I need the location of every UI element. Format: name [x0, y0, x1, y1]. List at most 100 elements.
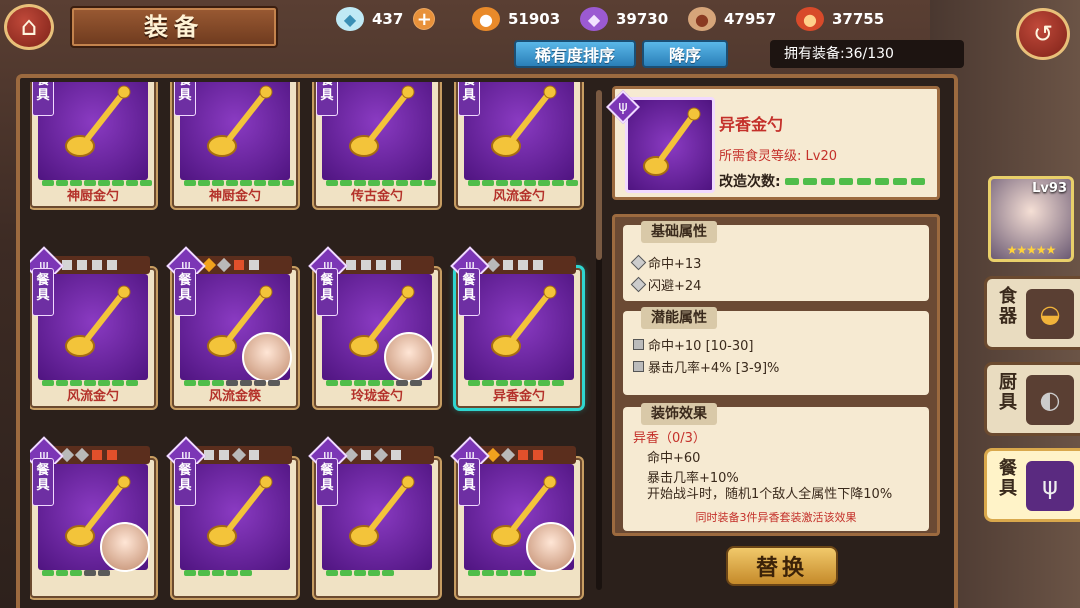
tab-label: 厨具	[999, 372, 1017, 413]
category-label: 餐具	[458, 458, 480, 506]
avatar	[526, 522, 576, 572]
item-name: 神厨金勺	[208, 189, 261, 204]
scrollbar-thumb[interactable]	[596, 90, 602, 260]
resource-value: 47957	[724, 10, 777, 28]
item-name: 传古金勺	[350, 189, 403, 204]
back-arrow-icon: ↺	[1032, 20, 1054, 48]
tab-cutlery[interactable]: 餐具 ψ	[984, 448, 1080, 522]
back-button[interactable]: ↺	[1016, 8, 1070, 60]
resource-stew: ● 37755	[796, 6, 884, 32]
spoon-icon	[65, 85, 131, 157]
hero-portrait[interactable]: Lv93 ★★★★★	[988, 176, 1074, 262]
level-bar	[468, 570, 536, 576]
category-label: 餐具	[316, 268, 338, 316]
item-art	[38, 82, 148, 180]
equipment-card[interactable]: 餐具风流金勺	[456, 82, 582, 208]
category-label: 餐具	[32, 268, 54, 316]
spoon-icon	[349, 85, 415, 157]
hero-level: Lv93	[1032, 181, 1067, 196]
category-label: 餐具	[458, 82, 480, 116]
bowl-icon: ◒	[1026, 289, 1074, 339]
deco-title: 装饰效果	[641, 403, 717, 425]
item-name: 风流金勺	[492, 189, 545, 204]
crystal-icon: ◆	[580, 7, 608, 31]
equipment-card[interactable]: ψ 餐具 异香金勺	[450, 246, 582, 408]
grid-scrollbar[interactable]	[596, 90, 602, 590]
item-art	[180, 464, 290, 570]
hero-stars: ★★★★★	[1006, 243, 1057, 257]
tab-tableware-bowl[interactable]: 食器 ◒	[984, 276, 1080, 350]
equipment-card[interactable]: ψ 餐具 风流金勺	[30, 246, 156, 408]
detail-name: 异香金勺	[719, 115, 784, 134]
resource-meat: ● 47957	[688, 6, 776, 32]
resource-value: 437	[372, 10, 404, 28]
page-title: 装备	[144, 13, 204, 41]
spoon-icon	[207, 475, 273, 547]
equipment-card[interactable]: 餐具神厨金勺	[30, 82, 156, 208]
req-value: Lv20	[805, 149, 837, 164]
level-bar	[42, 570, 110, 576]
resource-crystal: ◆ 39730	[580, 6, 668, 32]
pan-icon: ◐	[1026, 375, 1074, 425]
order-button[interactable]: 降序	[642, 40, 728, 68]
equipment-card[interactable]: ψ 餐具	[166, 436, 298, 598]
spoon-icon	[491, 285, 557, 357]
equipment-grid: 餐具神厨金勺餐具神厨金勺餐具传古金勺餐具风流金勺ψ餐具风流金勺ψ餐具风流金筷ψ餐…	[30, 82, 596, 608]
equipment-card[interactable]: ψ 餐具 玲珑金勺	[308, 246, 440, 408]
replace-button[interactable]: 替换	[726, 546, 838, 586]
avatar	[242, 332, 292, 382]
category-label: 餐具	[458, 268, 480, 316]
deco-row: 暴击几率+10%	[647, 471, 739, 486]
spoon-icon	[643, 107, 701, 176]
tab-label: 食器	[999, 286, 1017, 327]
equipment-card[interactable]: ψ 餐具 风流金筷	[166, 246, 298, 408]
fork-icon: ψ	[1026, 461, 1074, 511]
potential-row: 暴击几率+4% [3-9]%	[633, 357, 779, 376]
potential-row: 命中+10 [10-30]	[633, 335, 754, 354]
equipment-card[interactable]: 餐具神厨金勺	[172, 82, 298, 208]
item-art	[180, 82, 290, 180]
item-name: 风流金筷	[208, 389, 261, 404]
spoon-icon	[207, 85, 273, 157]
req-label: 所需食灵等级:	[719, 149, 806, 164]
meat-icon: ●	[688, 7, 716, 31]
decoration-effects: 装饰效果 异香（0/3） 命中+60 暴击几率+10% 开始战斗时，随机1个敌人…	[623, 403, 929, 531]
category-label: 餐具	[316, 458, 338, 506]
item-name: 异香金勺	[492, 389, 545, 404]
equipment-card[interactable]: ψ 餐具	[450, 436, 582, 598]
detail-modify: 改造次数:	[719, 171, 925, 191]
equipment-card[interactable]: ψ 餐具	[30, 436, 156, 598]
spoon-icon	[491, 85, 557, 157]
base-title: 基础属性	[641, 221, 717, 243]
level-bar	[326, 570, 394, 576]
title-plate: 装备	[70, 6, 278, 48]
deco-set: 异香（0/3）	[633, 431, 706, 446]
resource-potion: ● 51903	[472, 6, 560, 32]
base-row: 命中+13	[630, 253, 701, 272]
item-art	[464, 274, 574, 380]
equipment-card[interactable]: ψ 餐具	[308, 436, 440, 598]
category-label: 餐具	[174, 82, 196, 116]
potential-attributes: 潜能属性 命中+10 [10-30] 暴击几率+4% [3-9]%	[623, 307, 929, 395]
detail-requirement: 所需食灵等级: Lv20	[719, 145, 837, 164]
stats-panel: 基础属性 命中+13 闪避+24 潜能属性 命中+10 [10-30] 暴击几率…	[612, 214, 940, 536]
mod-label: 改造次数:	[719, 174, 781, 190]
tab-cookware[interactable]: 厨具 ◐	[984, 362, 1080, 436]
item-art	[322, 82, 432, 180]
potential-title: 潜能属性	[641, 307, 717, 329]
resource-value: 39730	[616, 10, 669, 28]
item-art	[322, 464, 432, 570]
equipment-card[interactable]: 餐具传古金勺	[314, 82, 440, 208]
fork-icon: ψ	[618, 99, 628, 115]
add-diamond-button[interactable]: +	[413, 8, 436, 30]
deco-row: 开始战斗时，随机1个敌人全属性下降10%	[647, 487, 893, 502]
rarity-sort-button[interactable]: 稀有度排序	[514, 40, 636, 68]
detail-item-icon	[625, 97, 715, 193]
home-icon: ⌂	[20, 12, 38, 42]
spoon-icon	[65, 285, 131, 357]
resource-diamond: ◆ 437 +	[336, 6, 436, 32]
home-button[interactable]: ⌂	[4, 4, 54, 50]
item-art	[464, 82, 574, 180]
avatar	[384, 332, 434, 382]
owned-count: 拥有装备:36/130	[770, 40, 964, 68]
